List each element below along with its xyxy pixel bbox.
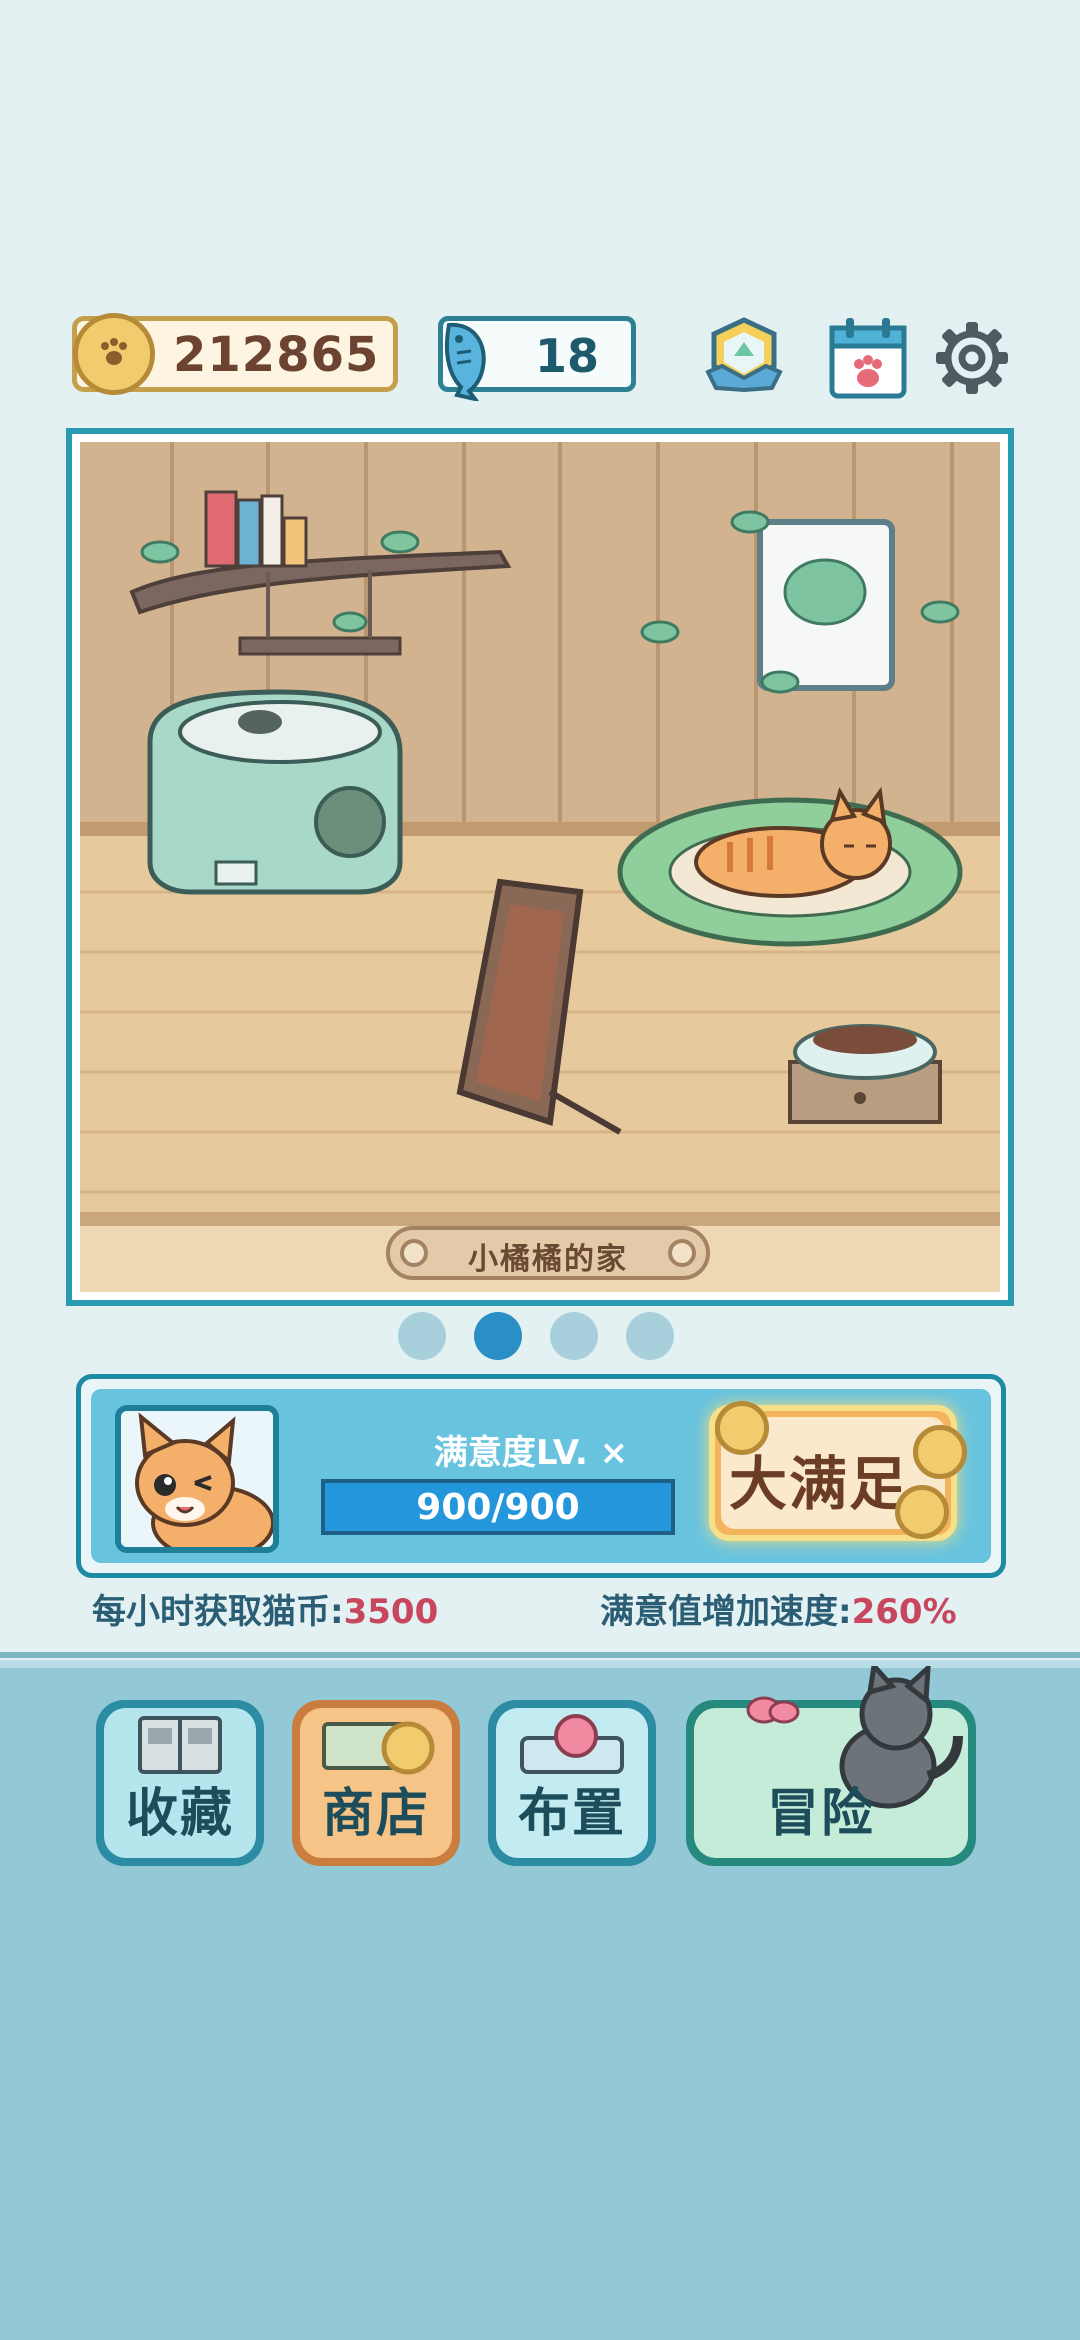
big-satisfy-button[interactable]: 大满足 (709, 1401, 967, 1541)
page-dot-2[interactable] (474, 1312, 522, 1360)
gear-icon[interactable] (930, 316, 1014, 400)
room-illustration (80, 442, 1000, 1292)
adventure-button[interactable]: 冒险 (686, 1666, 976, 1866)
layout-label: 布置 (517, 1784, 626, 1844)
room-name-plate: 小橘橘的家 (386, 1226, 710, 1280)
room-scene: 小橘橘的家 (80, 442, 1000, 1292)
coin-value: 212865 (173, 327, 380, 383)
album-icon (138, 1716, 222, 1774)
coin-icon (895, 1485, 949, 1539)
satisfaction-progress-bar: 900/900 (321, 1479, 675, 1535)
satisfaction-speed-value: 260% (851, 1592, 957, 1632)
coin-icon (913, 1425, 967, 1479)
layout-button[interactable]: 布置 (488, 1700, 656, 1866)
yarn-box-icon (520, 1714, 624, 1774)
adventure-label: 冒险 (766, 1784, 875, 1844)
section-divider (0, 1652, 1080, 1658)
cat-avatar[interactable] (115, 1405, 279, 1553)
satisfaction-progress-text: 900/900 (416, 1487, 580, 1528)
fish-icon (444, 322, 486, 401)
satisfaction-panel: 满意度LV. × 900/900 大满足 (76, 1374, 1006, 1578)
coins-per-hour-label: 每小时获取猫币: (92, 1592, 344, 1632)
shop-label: 商店 (321, 1784, 430, 1844)
coins-per-hour: 每小时获取猫币:3500 (92, 1584, 438, 1633)
satisfaction-level-label: 满意度LV. × (433, 1433, 629, 1473)
fish-value: 18 (535, 329, 600, 383)
room-view[interactable]: 小橘橘的家 (66, 428, 1014, 1306)
badge-icon[interactable] (702, 316, 786, 400)
room-page-indicator (398, 1312, 680, 1364)
page-dot-3[interactable] (550, 1312, 598, 1360)
satisfaction-speed-label: 满意值增加速度: (600, 1592, 852, 1632)
fish-counter[interactable]: 18 (438, 316, 636, 401)
satisfaction-speed: 满意值增加速度:260% (600, 1584, 957, 1633)
room-name: 小橘橘的家 (468, 1242, 628, 1277)
collection-label: 收藏 (125, 1784, 234, 1844)
coins-per-hour-value: 3500 (343, 1592, 439, 1632)
collection-button[interactable]: 收藏 (96, 1700, 264, 1866)
butterfly-icon (746, 1696, 800, 1724)
coin-icon (715, 1401, 769, 1455)
page-dot-1[interactable] (398, 1312, 446, 1360)
coin-counter[interactable]: 212865 (72, 313, 398, 395)
shop-button[interactable]: 商店 (292, 1700, 460, 1866)
orange-cat-icon (121, 1411, 273, 1547)
page-dot-4[interactable] (626, 1312, 674, 1360)
paw-coin-icon (73, 313, 155, 395)
calendar-icon[interactable] (826, 316, 910, 400)
